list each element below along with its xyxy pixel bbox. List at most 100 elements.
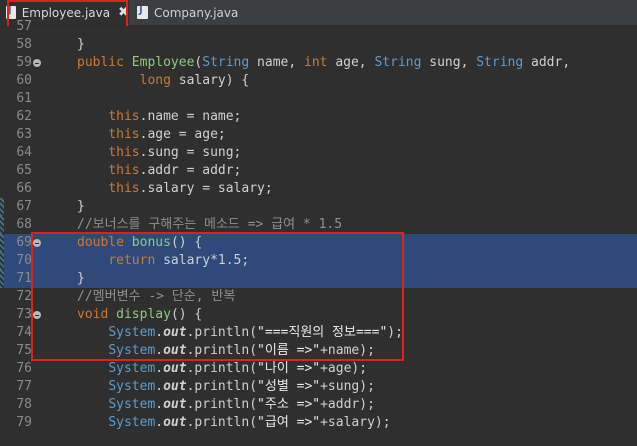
line-number: 79 [16, 415, 32, 430]
code-token: +sung); [320, 379, 375, 394]
code-line[interactable]: 76 System.out.println("나이 =>"+age); [0, 360, 637, 378]
code-line[interactable]: 65 this.addr = addr; [0, 162, 637, 180]
code-token: . [155, 397, 164, 412]
code-line[interactable]: 58} [0, 36, 637, 54]
code-line[interactable]: 77 System.out.println("성별 =>"+sung); [0, 378, 637, 396]
code-token: //보너스를 구해주는 메소드 => 급여 * 1.5 [77, 217, 343, 232]
code-line[interactable]: 71} [0, 270, 637, 288]
code-text: System.out.println("주소 =>"+addr); [77, 396, 375, 414]
code-token: +age); [320, 361, 368, 376]
code-line[interactable]: 61 [0, 90, 637, 108]
code-token: .name = name; [139, 109, 242, 124]
code-line[interactable]: 75 System.out.println("이름 =>"+name); [0, 342, 637, 360]
line-number: 59 [16, 55, 32, 70]
fold-collapse-icon[interactable] [33, 239, 41, 247]
code-line[interactable]: 74 System.out.println("===직원의 정보==="); [0, 324, 637, 342]
code-token: "이름 =>" [257, 343, 321, 358]
code-line[interactable]: 72 //멤버변수 -> 단순, 반복 [0, 288, 637, 306]
code-token: return [108, 253, 164, 268]
code-token: .age = age; [139, 127, 226, 142]
code-token: out [163, 325, 187, 340]
fold-collapse-icon[interactable] [33, 311, 41, 319]
code-token: "급여 =>" [257, 415, 321, 430]
line-number: 69 [16, 235, 32, 250]
code-token: addr, [531, 55, 571, 70]
code-text: System.out.println("나이 =>"+age); [77, 360, 367, 378]
fold-collapse-icon[interactable] [33, 59, 41, 67]
code-token: sung, [429, 55, 477, 70]
code-text: System.out.println("급여 =>"+salary); [77, 414, 391, 432]
code-token: . [155, 361, 164, 376]
code-line[interactable]: 64 this.sung = sung; [0, 144, 637, 162]
code-token: double [77, 235, 132, 250]
code-line[interactable]: 68 //보너스를 구해주는 메소드 => 급여 * 1.5 [0, 216, 637, 234]
line-number: 72 [16, 289, 32, 304]
code-text: this.age = age; [77, 126, 226, 144]
code-token: System [108, 397, 156, 412]
code-text: } [77, 270, 85, 288]
code-token: . [155, 325, 164, 340]
code-token: String [374, 55, 430, 70]
code-token: ); [387, 325, 403, 340]
line-number: 76 [16, 361, 32, 376]
code-text: double bonus() { [77, 234, 202, 252]
code-token: //멤버변수 -> 단순, 반복 [77, 289, 236, 304]
line-number: 66 [16, 181, 32, 196]
code-line[interactable]: 70 return salary*1.5; [0, 252, 637, 270]
code-token: long [139, 73, 179, 88]
line-number: 61 [16, 91, 32, 106]
line-number: 67 [16, 199, 32, 214]
code-line[interactable]: 67} [0, 198, 637, 216]
code-line[interactable]: 78 System.out.println("주소 =>"+addr); [0, 396, 637, 414]
code-line[interactable]: 59 public Employee(String name, int age, … [0, 54, 637, 72]
code-token: "주소 =>" [257, 397, 321, 412]
code-token: "===직원의 정보===" [257, 325, 388, 340]
code-token: void [77, 307, 117, 322]
code-line[interactable]: 60 long salary) { [0, 72, 637, 90]
code-text: this.addr = addr; [77, 162, 241, 180]
code-line[interactable]: 57 [0, 18, 637, 36]
code-token: salary) { [178, 73, 250, 88]
code-token: this [108, 109, 140, 124]
code-line[interactable]: 63 this.age = age; [0, 126, 637, 144]
code-line[interactable]: 66 this.salary = salary; [0, 180, 637, 198]
code-line[interactable]: 62 this.name = name; [0, 108, 637, 126]
line-number: 62 [16, 109, 32, 124]
code-token: public [77, 55, 132, 70]
code-token: } [77, 271, 85, 286]
code-token: .sung = sung; [139, 145, 242, 160]
code-text: long salary) { [77, 72, 250, 90]
code-token: () { [170, 235, 203, 250]
code-token: display [116, 307, 171, 322]
code-token: name, [257, 55, 305, 70]
code-token: salary*1.5; [163, 253, 250, 268]
code-token: this [108, 127, 140, 142]
code-token: System [108, 361, 156, 376]
code-token: Employee [131, 55, 195, 70]
code-token: +salary); [320, 415, 391, 430]
code-line[interactable]: 69 double bonus() { [0, 234, 637, 252]
code-line[interactable]: 73 void display() { [0, 306, 637, 324]
code-token: out [163, 415, 187, 430]
code-token: "성별 =>" [257, 379, 321, 394]
line-number: 73 [16, 307, 32, 322]
code-line[interactable]: 79 System.out.println("급여 =>"+salary); [0, 414, 637, 432]
code-text: System.out.println("성별 =>"+sung); [77, 378, 375, 396]
code-token: out [163, 397, 187, 412]
line-number: 65 [16, 163, 32, 178]
code-token: out [163, 343, 187, 358]
code-token: int [304, 55, 336, 70]
line-number: 63 [16, 127, 32, 142]
code-editor[interactable]: 57 58} 59 public Employee(String name, int … [0, 19, 637, 446]
line-number: 74 [16, 325, 32, 340]
code-token: age, [335, 55, 375, 70]
